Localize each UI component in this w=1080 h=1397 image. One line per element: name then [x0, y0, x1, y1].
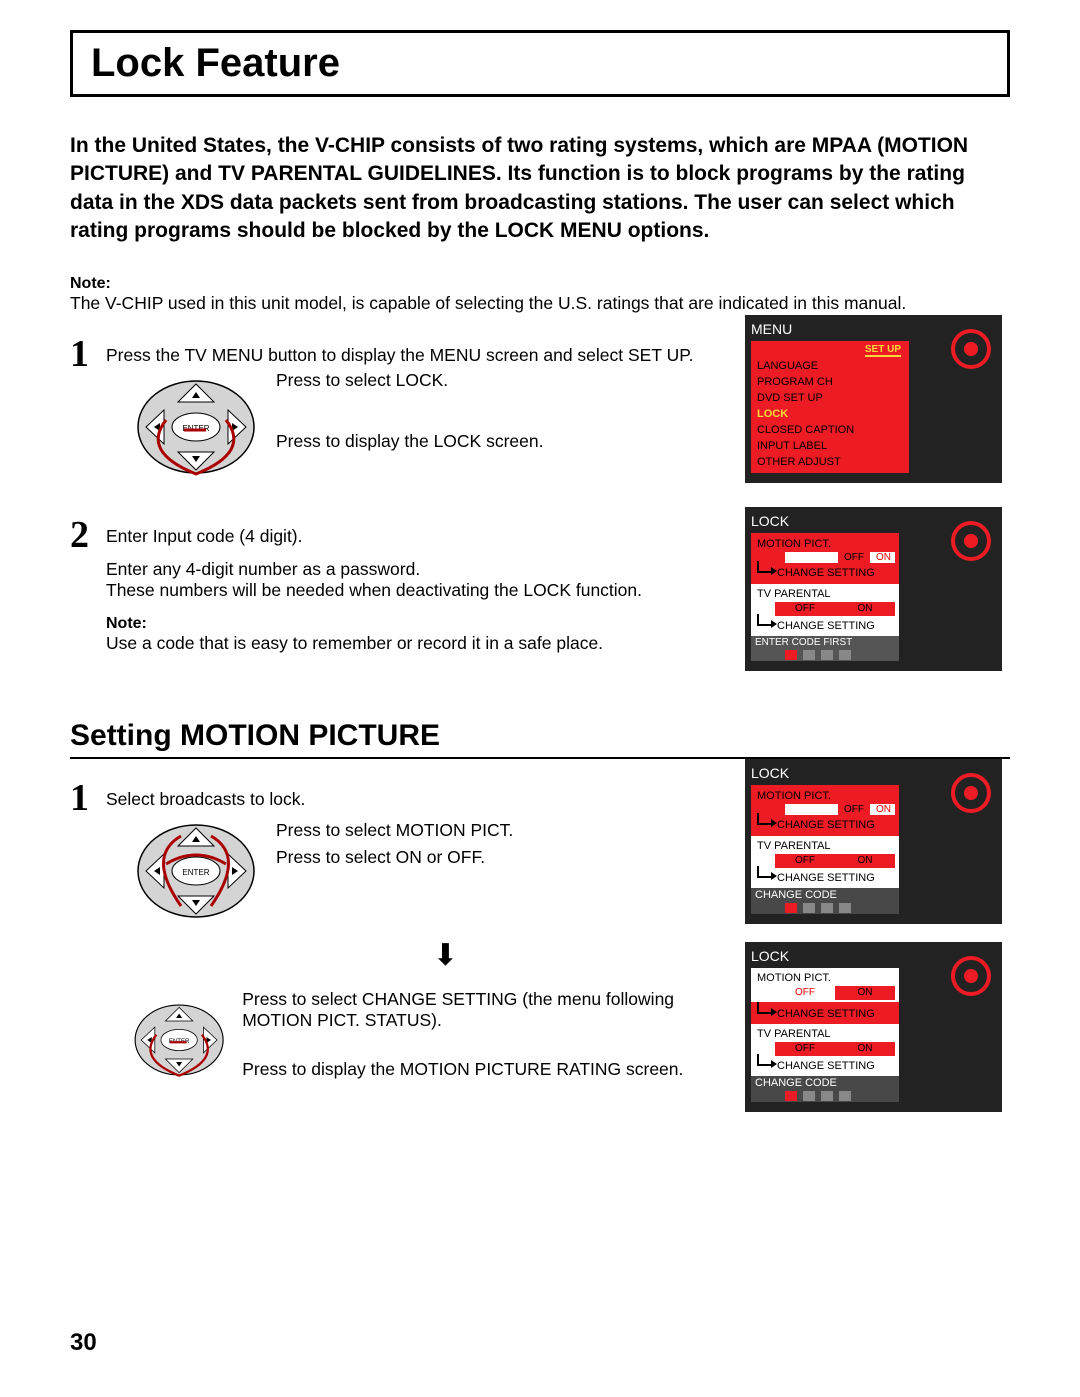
row: CHANGE SETTING — [777, 1060, 875, 1072]
tv-lock-screen-2: LOCK MOTION PICT. OFFON CHANGE SETTING T… — [745, 759, 1002, 924]
page-title-box: Lock Feature — [70, 30, 1010, 97]
on-pill: ON — [835, 602, 895, 616]
tab-setup: SET UP — [865, 344, 901, 357]
note-1: Note: The V-CHIP used in this unit model… — [70, 275, 1010, 315]
step1-sub2: Press to display the LOCK screen. — [276, 431, 543, 452]
on-label: ON — [876, 552, 891, 563]
bent-arrow-icon — [757, 866, 773, 878]
bent-arrow-icon — [757, 1054, 773, 1066]
change-code-row: CHANGE CODE — [751, 1076, 899, 1102]
step-number: 2 — [70, 518, 106, 552]
step-2: 2 Enter Input code (4 digit). Enter any … — [70, 518, 725, 655]
off-pill: OFF — [775, 602, 835, 616]
step2-sub2: These numbers will be needed when deacti… — [106, 580, 725, 601]
note-label: Note: — [70, 275, 1010, 293]
off-pill: OFF — [838, 804, 870, 815]
down-arrow-icon: ⬇ — [166, 938, 725, 973]
menu-item: PROGRAM CH — [755, 374, 905, 390]
remote-control-icon: ENTER — [126, 372, 266, 482]
instr: Press to select ON or OFF. — [276, 847, 513, 868]
menu-item: DVD SET UP — [755, 390, 905, 406]
off-pill: OFF — [775, 986, 835, 1000]
step-text: Press the TV MENU button to display the … — [106, 345, 725, 366]
instr: Press to select MOTION PICT. — [276, 820, 513, 841]
bent-arrow-icon — [757, 614, 773, 626]
row: TV PARENTAL — [755, 1026, 895, 1042]
svg-text:ENTER: ENTER — [182, 868, 209, 877]
tv-menu-screen: MENU SET UP LANGUAGE PROGRAM CH DVD SET … — [745, 315, 1002, 483]
row: CHANGE SETTING — [777, 620, 875, 632]
menu-item: CLOSED CAPTION — [755, 422, 905, 438]
note-label: Note: — [106, 615, 725, 633]
row: CHANGE SETTING — [777, 567, 875, 579]
row: MOTION PICT. — [755, 970, 895, 986]
page-number: 30 — [70, 1329, 97, 1357]
remote-control-icon: ENTER — [126, 816, 266, 926]
on-label: ON — [876, 804, 891, 815]
bent-arrow-icon — [757, 561, 773, 573]
step2-sub1: Enter any 4-digit number as a password. — [106, 559, 725, 580]
row: MOTION PICT. — [755, 788, 895, 804]
on-pill: ON — [835, 854, 895, 868]
row: MOTION PICT. — [755, 536, 895, 552]
on-pill: ON — [835, 1042, 895, 1056]
label: CHANGE CODE — [755, 889, 837, 901]
off-pill: OFF — [838, 552, 870, 563]
tv-lock-screen-3: LOCK MOTION PICT. OFFON CHANGE SETTING T… — [745, 942, 1002, 1112]
note-text: The V-CHIP used in this unit model, is c… — [70, 293, 1010, 315]
ring-pad-icon — [949, 771, 994, 816]
step-text: Select broadcasts to lock. — [106, 789, 725, 810]
step-number: 1 — [70, 337, 106, 371]
step1-sub1: Press to select LOCK. — [276, 370, 543, 391]
on-pill: ON — [835, 986, 895, 1000]
section-title: Setting MOTION PICTURE — [70, 719, 1010, 753]
row: TV PARENTAL — [755, 838, 895, 854]
menu-item: OTHER ADJUST — [755, 454, 905, 470]
row: CHANGE SETTING — [777, 819, 875, 831]
intro-paragraph: In the United States, the V-CHIP consist… — [70, 132, 1010, 245]
step-text: Enter Input code (4 digit). — [106, 526, 725, 547]
note-text: Use a code that is easy to remember or r… — [106, 633, 725, 655]
row: CHANGE SETTING — [777, 1008, 875, 1020]
instr: Press to display the MOTION PICTURE RATI… — [242, 1059, 725, 1080]
step-1: 1 Press the TV MENU button to display th… — [70, 337, 725, 488]
change-code-row: CHANGE CODE — [751, 888, 899, 914]
instr: Press to select CHANGE SETTING (the menu… — [242, 989, 725, 1031]
ring-pad-icon — [949, 954, 994, 999]
ring-pad-icon — [949, 519, 994, 564]
label: CHANGE CODE — [755, 1077, 837, 1089]
bent-arrow-icon — [757, 1002, 773, 1014]
off-pill: OFF — [775, 1042, 835, 1056]
page-title: Lock Feature — [91, 41, 989, 86]
remote-control-icon: ENTER — [126, 985, 232, 1095]
menu-item-lock: LOCK — [755, 406, 905, 422]
row: TV PARENTAL — [755, 586, 895, 602]
enter-code-row: ENTER CODE FIRST — [751, 636, 899, 661]
row: CHANGE SETTING — [777, 872, 875, 884]
tv-lock-screen-1: LOCK MOTION PICT. OFFON CHANGE SETTING T… — [745, 507, 1002, 671]
label: ENTER CODE FIRST — [755, 637, 852, 648]
s2-step-1: 1 Select broadcasts to lock. — [70, 781, 725, 1101]
ring-pad-icon — [949, 327, 994, 372]
section-setting-motion-picture: Setting MOTION PICTURE — [70, 719, 1010, 759]
menu-item: LANGUAGE — [755, 358, 905, 374]
bent-arrow-icon — [757, 813, 773, 825]
step-number: 1 — [70, 781, 106, 815]
menu-item: INPUT LABEL — [755, 438, 905, 454]
off-pill: OFF — [775, 854, 835, 868]
